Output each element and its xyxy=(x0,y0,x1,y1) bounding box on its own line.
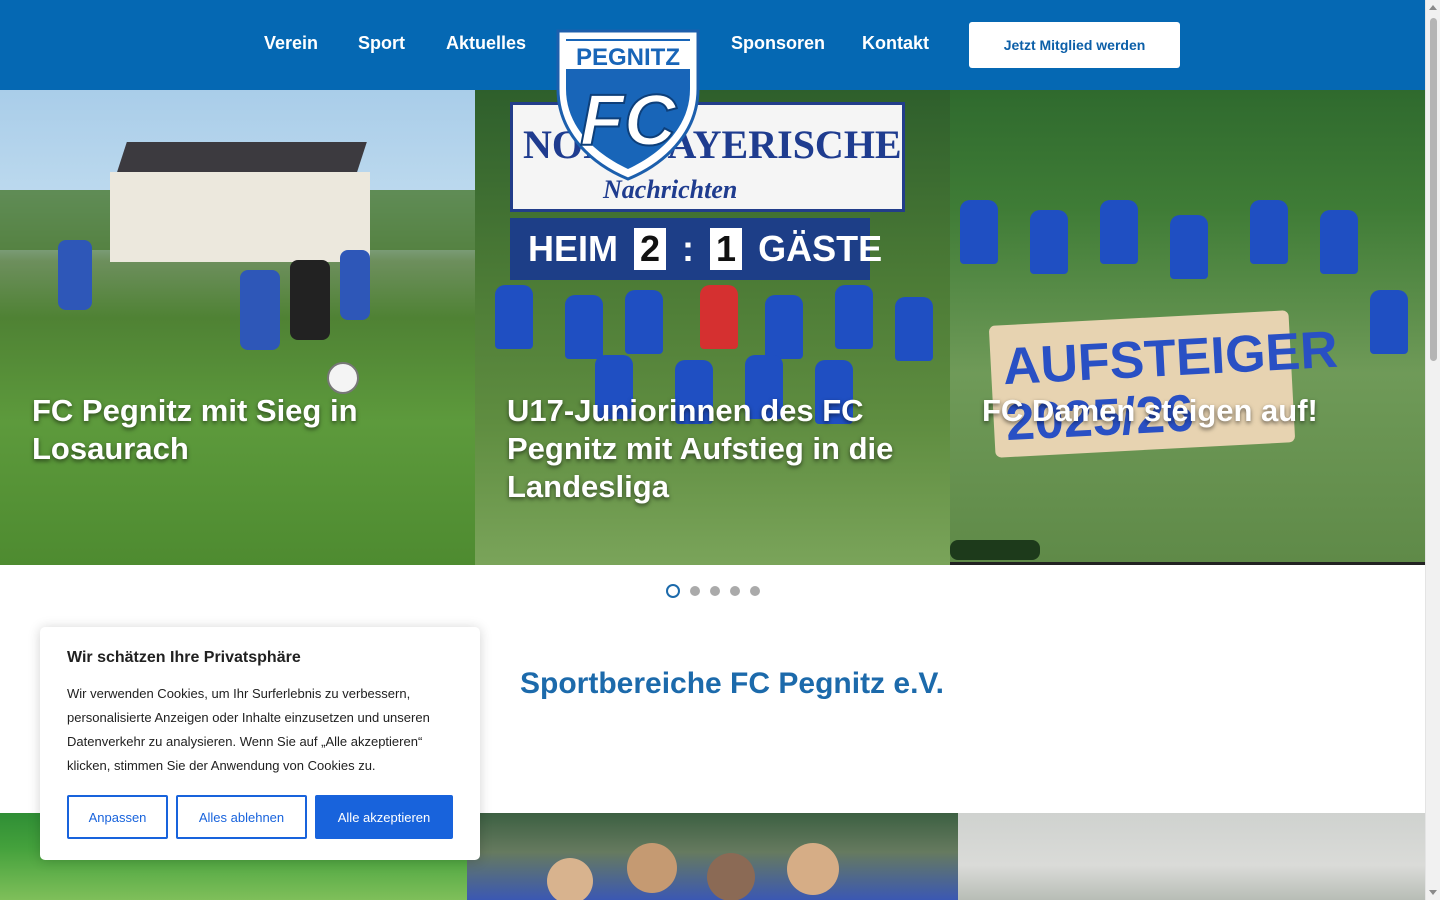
cookie-consent-dialog: Wir schätzen Ihre Privatsphäre Wir verwe… xyxy=(40,627,480,860)
player-shirt xyxy=(1370,290,1408,354)
slide-1-player xyxy=(240,270,280,350)
logo-letters: FC xyxy=(580,81,677,161)
nav-sponsoren[interactable]: Sponsoren xyxy=(731,33,825,54)
cookie-accept-button[interactable]: Alle akzeptieren xyxy=(315,795,453,839)
slider-dot-3[interactable] xyxy=(710,586,720,596)
person-head xyxy=(707,853,755,900)
section-title: Sportbereiche FC Pegnitz e.V. xyxy=(520,667,944,700)
slide-title[interactable]: U17-Juniorinnen des FC Pegnitz mit Aufst… xyxy=(507,392,927,506)
scroll-down-icon[interactable] xyxy=(1429,890,1437,895)
scroll-thumb[interactable] xyxy=(1430,18,1437,361)
page-scrollbar[interactable] xyxy=(1425,0,1440,900)
nav-kontakt[interactable]: Kontakt xyxy=(862,33,929,54)
player-shirt xyxy=(1170,215,1208,279)
nav-verein[interactable]: Verein xyxy=(264,33,318,54)
cookie-title: Wir schätzen Ihre Privatsphäre xyxy=(67,649,301,666)
slide-1-clubhouse xyxy=(110,172,370,262)
slide-title[interactable]: FC Pegnitz mit Sieg in Losaurach xyxy=(32,392,452,468)
sport-tile-3[interactable] xyxy=(958,813,1425,900)
sport-tile-2[interactable] xyxy=(467,813,958,900)
slide-1-player xyxy=(290,260,330,340)
slide-2[interactable]: NORDBAYERISCHE Nachrichten HEIM 2 : 1 GÄ… xyxy=(475,90,950,565)
player-shirt xyxy=(765,295,803,359)
nav-aktuelles[interactable]: Aktuelles xyxy=(446,33,526,54)
nav-sport[interactable]: Sport xyxy=(358,33,405,54)
player-shirt xyxy=(495,285,533,349)
slide-title[interactable]: FC Damen steigen auf! xyxy=(982,392,1402,430)
person-head xyxy=(627,843,677,893)
player-shirt xyxy=(1030,210,1068,274)
club-logo[interactable]: PEGNITZ FC xyxy=(554,27,702,183)
player-shirt xyxy=(835,285,873,349)
player-shirt xyxy=(565,295,603,359)
slide-1-player xyxy=(340,250,370,320)
slide-1-player xyxy=(58,240,92,310)
site-header: Verein Sport Aktuelles Sponsoren Kontakt… xyxy=(0,0,1425,90)
cookie-text: Wir verwenden Cookies, um Ihr Surferlebn… xyxy=(67,686,430,773)
player-shirt xyxy=(625,290,663,354)
player-shirt xyxy=(1320,210,1358,274)
join-club-button[interactable]: Jetzt Mitglied werden xyxy=(969,22,1180,68)
player-shirt xyxy=(960,200,998,264)
logo-text: PEGNITZ xyxy=(576,44,680,71)
slider-dot-4[interactable] xyxy=(730,586,740,596)
cookie-reject-button[interactable]: Alles ablehnen xyxy=(176,795,307,839)
player-shirt xyxy=(1100,200,1138,264)
slider-dot-2[interactable] xyxy=(690,586,700,596)
player-shirt xyxy=(700,285,738,349)
person-head xyxy=(547,858,593,900)
player-shirt xyxy=(1250,200,1288,264)
person-head xyxy=(787,843,839,895)
slider-dot-5[interactable] xyxy=(750,586,760,596)
promotion-banner: AUFSTEIGER 2025/26 xyxy=(988,310,1339,458)
slider-pagination xyxy=(666,584,760,598)
slide-1[interactable]: FC Pegnitz mit Sieg in Losaurach xyxy=(0,90,475,565)
player-shirt xyxy=(895,297,933,361)
slide-3[interactable]: AUFSTEIGER 2025/26 FC Damen steigen auf! xyxy=(950,90,1425,565)
cookie-customize-button[interactable]: Anpassen xyxy=(67,795,168,839)
slider-dot-1[interactable] xyxy=(666,584,680,598)
scroll-up-icon[interactable] xyxy=(1429,5,1437,10)
ball-icon xyxy=(327,362,359,394)
bottle xyxy=(950,540,1040,560)
